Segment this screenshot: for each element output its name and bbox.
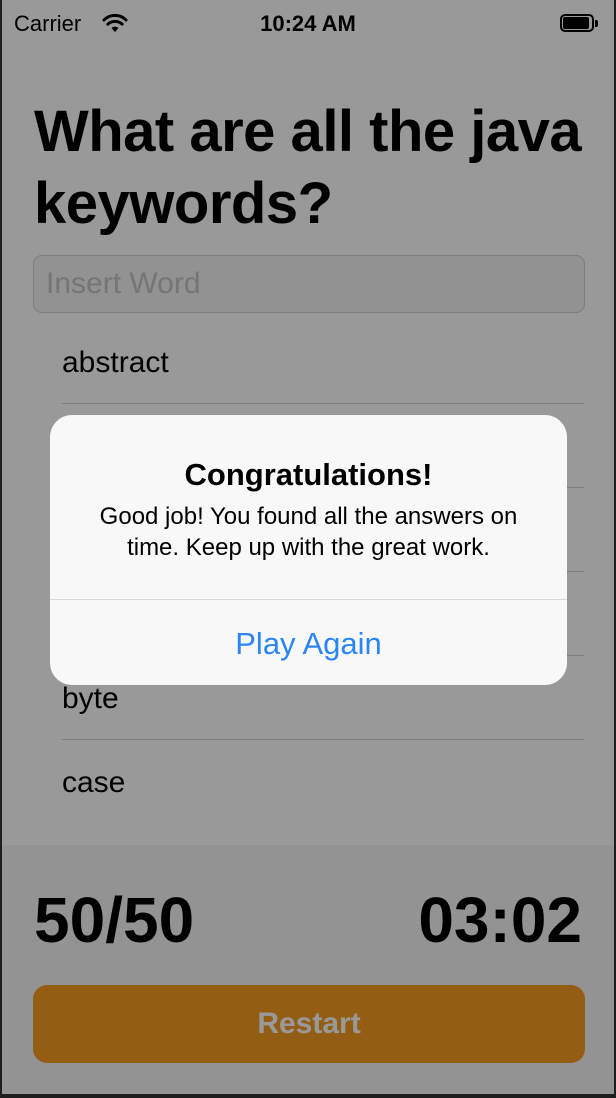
play-again-button[interactable]: Play Again [50, 600, 567, 685]
alert-title: Congratulations! [184, 457, 433, 492]
app-screen: Carrier 10:24 AM What are all the java k… [2, 0, 614, 1094]
congratulations-alert: Congratulations! Good job! You found all… [50, 415, 567, 685]
alert-message: Good job! You found all the answers on t… [99, 503, 518, 561]
